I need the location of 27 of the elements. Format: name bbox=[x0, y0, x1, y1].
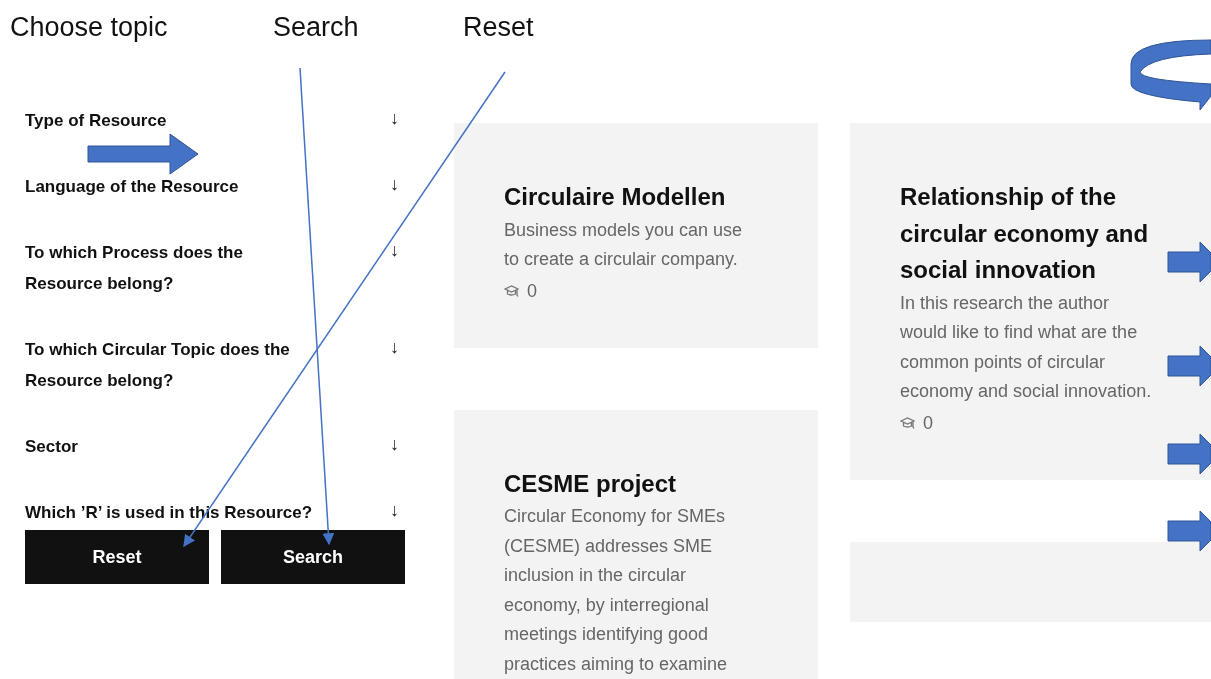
expand-toggle[interactable]: ↓ bbox=[390, 431, 399, 458]
card-title: Relationship of the circular economy and social innovation bbox=[900, 182, 1150, 285]
annotation-label: Choose topic bbox=[10, 12, 168, 43]
filter-label[interactable]: To which Process does the Resource belong? bbox=[25, 237, 315, 299]
resource-card[interactable]: Relationship of the circular economy and social innovation In this research the author would like to find what are the common points of circular economy and social innovation. 0 bbox=[850, 123, 1211, 480]
filter-label[interactable]: Language of the Resource bbox=[25, 171, 239, 202]
filter-label[interactable]: To which Circular Topic does the Resource belong? bbox=[25, 334, 315, 396]
filter-button[interactable]: Search bbox=[221, 530, 405, 584]
card-title: Circulaire Modellen bbox=[504, 182, 727, 212]
expand-toggle[interactable]: ↓ bbox=[390, 334, 399, 361]
annotation-label: Reset bbox=[463, 12, 534, 43]
expand-toggle[interactable]: ↓ bbox=[390, 105, 399, 132]
filter-button[interactable]: Reset bbox=[25, 530, 209, 584]
expand-toggle[interactable]: ↓ bbox=[390, 237, 399, 264]
filter-label[interactable]: Type of Resource bbox=[25, 105, 167, 136]
card-description: Circular Economy for SMEs (CESME) addresses SME inclusion in the circular economy, by interregional meetings identifying good practices aiming to examine bbox=[504, 505, 729, 676]
annotation-label: Search bbox=[273, 12, 359, 43]
card-title: CESME project bbox=[504, 468, 678, 499]
expand-toggle[interactable]: ↓ bbox=[390, 497, 399, 524]
card-description: Business models you can use to create a circulair company. bbox=[504, 218, 744, 271]
resource-card[interactable]: Circulaire Modellen Business models you can use to create a circulair company. 0 bbox=[454, 123, 818, 348]
filter-label[interactable]: Sector bbox=[25, 431, 78, 462]
resource-card[interactable]: CESME project Circular Economy for SMEs (CESME) addresses SME inclusion in the circular economy, by interregional meetings identifying good practices aiming to examine bbox=[454, 409, 818, 679]
learner-count: 0 bbox=[527, 280, 537, 302]
learner-count: 0 bbox=[923, 412, 933, 434]
card-description: In this research the author would like to find what are the common points of circular economy and social innovation. bbox=[900, 291, 1153, 403]
expand-toggle[interactable]: ↓ bbox=[390, 171, 399, 198]
